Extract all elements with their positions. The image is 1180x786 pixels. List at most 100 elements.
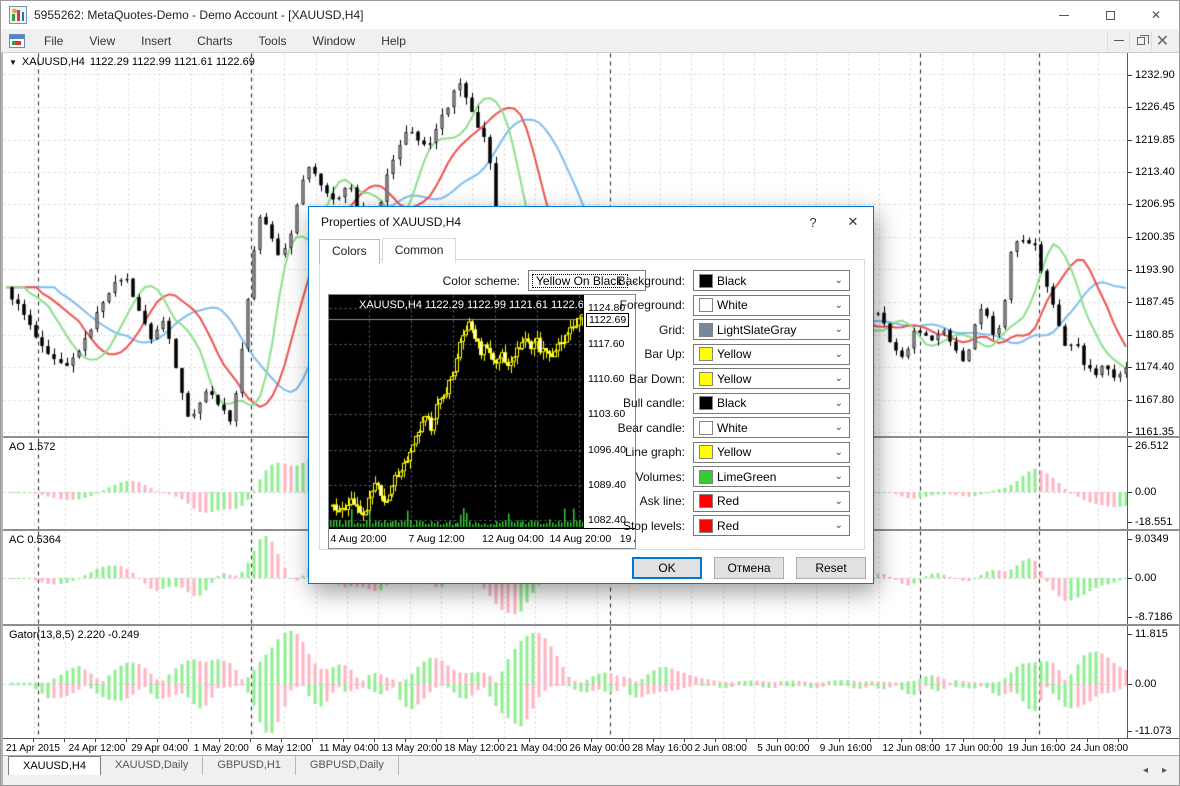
time-axis-label: 5 Jun 00:00 [757, 743, 810, 754]
cancel-button[interactable]: Отмена [714, 557, 784, 579]
chevron-down-icon: ⌄ [834, 348, 843, 360]
window-title: 5955262: MetaQuotes-Demo - Demo Account … [34, 8, 364, 22]
color-select[interactable]: Red ⌄ [693, 490, 850, 512]
chevron-down-icon: ⌄ [834, 299, 843, 311]
time-axis-label: 13 May 20:00 [381, 743, 443, 754]
time-axis-label: 6 May 12:00 [256, 743, 312, 754]
color-property-label: Bull candle: [622, 396, 685, 410]
axis-label: 1226.45 [1128, 100, 1175, 113]
color-swatch [699, 371, 713, 386]
color-select[interactable]: Yellow ⌄ [693, 368, 850, 389]
chevron-down-icon: ⌄ [834, 275, 843, 286]
time-axis-label: 9 Jun 16:00 [819, 743, 873, 754]
color-select[interactable]: LightSlateGray ⌄ [693, 319, 850, 340]
tab-scroll-controls: ◂ ▸ [1143, 765, 1167, 776]
time-axis-label: 21 Apr 2015 [6, 743, 60, 754]
color-property-label: Bear candle: [617, 420, 685, 435]
tab-common[interactable]: Common [381, 238, 457, 263]
ac-indicator-label: AC 0.5364 [9, 534, 61, 546]
ok-button[interactable]: OK [632, 557, 702, 579]
color-swatch [699, 322, 713, 337]
time-axis-label: 18 May 12:00 [444, 743, 505, 754]
color-property-row: Foreground: White ⌄ [595, 294, 850, 316]
chevron-down-icon: ⌄ [834, 495, 843, 507]
color-scheme-label: Color scheme: [442, 273, 520, 288]
chart-tab[interactable]: GBPUSD,H1 [203, 756, 296, 775]
application-window: 5955262: MetaQuotes-Demo - Demo Account … [0, 0, 1180, 786]
gator-indicator-pane: Gator(13,8,5) 2.220 -0.249 11.815 0.00 -11… [3, 626, 1179, 739]
reset-button[interactable]: Reset [796, 557, 866, 579]
tab-scroll-left-icon[interactable]: ◂ [1143, 765, 1148, 776]
color-value: Yellow [717, 371, 752, 386]
time-axis-label: 2 Jun 08:00 [694, 743, 747, 754]
time-axis-label: 29 Apr 04:00 [131, 743, 188, 754]
menu-item[interactable]: Charts [184, 29, 245, 53]
color-select[interactable]: Yellow ⌄ [693, 441, 850, 463]
menu-item[interactable]: Tools [246, 29, 300, 53]
color-property-label: Foreground: [619, 298, 685, 312]
dialog-title-bar: Properties of XAUUSD,H4 ? ✕ [309, 207, 873, 237]
color-swatch [699, 420, 713, 435]
menu-item[interactable]: View [76, 29, 128, 53]
axis-label: 1232.90 [1128, 68, 1175, 81]
preview-time-label: 4 Aug 20:00 [330, 533, 387, 545]
color-property-label: Line graph: [624, 445, 685, 459]
axis-label: 1174.40 [1128, 361, 1174, 373]
color-property-row: Stop levels: Red ⌄ [595, 515, 850, 536]
child-minimize-icon[interactable] [1107, 31, 1129, 50]
chart-tab[interactable]: XAUUSD,Daily [101, 756, 204, 775]
menu-item[interactable]: Window [300, 29, 369, 53]
gator-indicator-label: Gator(13,8,5) 2.220 -0.249 [9, 629, 140, 641]
menu-item[interactable]: Insert [128, 29, 184, 53]
color-swatch [699, 396, 713, 410]
time-axis-label: 11 May 04:00 [319, 743, 379, 754]
help-icon[interactable]: ? [793, 207, 833, 237]
color-property-row: Ask line: Red ⌄ [595, 490, 850, 512]
chart-tab[interactable]: XAUUSD,H4 [8, 756, 101, 775]
color-select[interactable]: Yellow ⌄ [693, 343, 850, 365]
color-value: Black [717, 273, 747, 288]
symbol-dropdown-icon[interactable]: ▼ [9, 58, 17, 67]
chart-tabs: XAUUSD,H4 XAUUSD,Daily GBPUSD,H1 GBPUSD,Dai… [3, 756, 1179, 775]
chart-ohlc: 1122.29 1122.99 1121.61 1122.69 [89, 56, 255, 68]
chart-tab[interactable]: GBPUSD,Daily [296, 756, 399, 775]
color-property-rows: Background: Black ⌄ Foreground: White ⌄ … [595, 270, 850, 536]
color-select[interactable]: Black ⌄ [693, 392, 850, 414]
time-axis-label: 12 Jun 08:00 [882, 743, 941, 754]
menu-item[interactable]: File [31, 29, 76, 53]
time-axis-label: 26 May 00:00 [569, 743, 630, 754]
maximize-icon[interactable] [1087, 1, 1133, 29]
minimize-icon[interactable] [1041, 1, 1087, 29]
color-select[interactable]: Black ⌄ [693, 270, 850, 291]
time-axis-label: 28 May 16:00 [632, 743, 693, 754]
color-swatch [699, 273, 713, 288]
time-axis-label: 1 May 20:00 [193, 743, 249, 754]
chart-tab-bar: XAUUSD,H4 XAUUSD,Daily GBPUSD,H1 GBPUSD,Dai… [3, 755, 1179, 785]
color-select[interactable]: Red ⌄ [693, 515, 850, 536]
color-select[interactable]: White ⌄ [693, 294, 850, 316]
color-property-label: Grid: [658, 322, 685, 337]
child-restore-icon[interactable] [1129, 31, 1151, 50]
colors-tab-content: Color scheme: Yellow On Black ⌄ XAUUSD,H… [319, 259, 865, 550]
axis-label: -8.7186 [1127, 611, 1173, 623]
axis-label: 1180.85 [1128, 328, 1174, 341]
color-select[interactable]: White ⌄ [693, 417, 850, 438]
close-icon[interactable]: ✕ [1133, 1, 1179, 29]
menu-item[interactable]: Help [368, 29, 419, 53]
color-value: White [717, 298, 748, 312]
color-select[interactable]: LimeGreen ⌄ [693, 466, 850, 487]
chart-preview-canvas [329, 295, 583, 528]
dialog-close-icon[interactable]: ✕ [833, 207, 873, 237]
color-property-row: Bar Up: Yellow ⌄ [595, 343, 850, 365]
gator-indicator-canvas[interactable] [3, 626, 1129, 738]
axis-label: 11.815 [1128, 628, 1168, 640]
color-swatch [699, 347, 713, 361]
tab-colors[interactable]: Colors [319, 239, 380, 264]
color-property-row: Background: Black ⌄ [595, 270, 850, 291]
chevron-down-icon: ⌄ [834, 397, 843, 409]
color-value: Red [717, 494, 740, 508]
tab-scroll-right-icon[interactable]: ▸ [1162, 765, 1167, 776]
child-close-icon[interactable]: ✕ [1151, 31, 1173, 50]
color-value: Yellow [717, 347, 752, 361]
color-property-row: Bear candle: White ⌄ [595, 417, 850, 438]
